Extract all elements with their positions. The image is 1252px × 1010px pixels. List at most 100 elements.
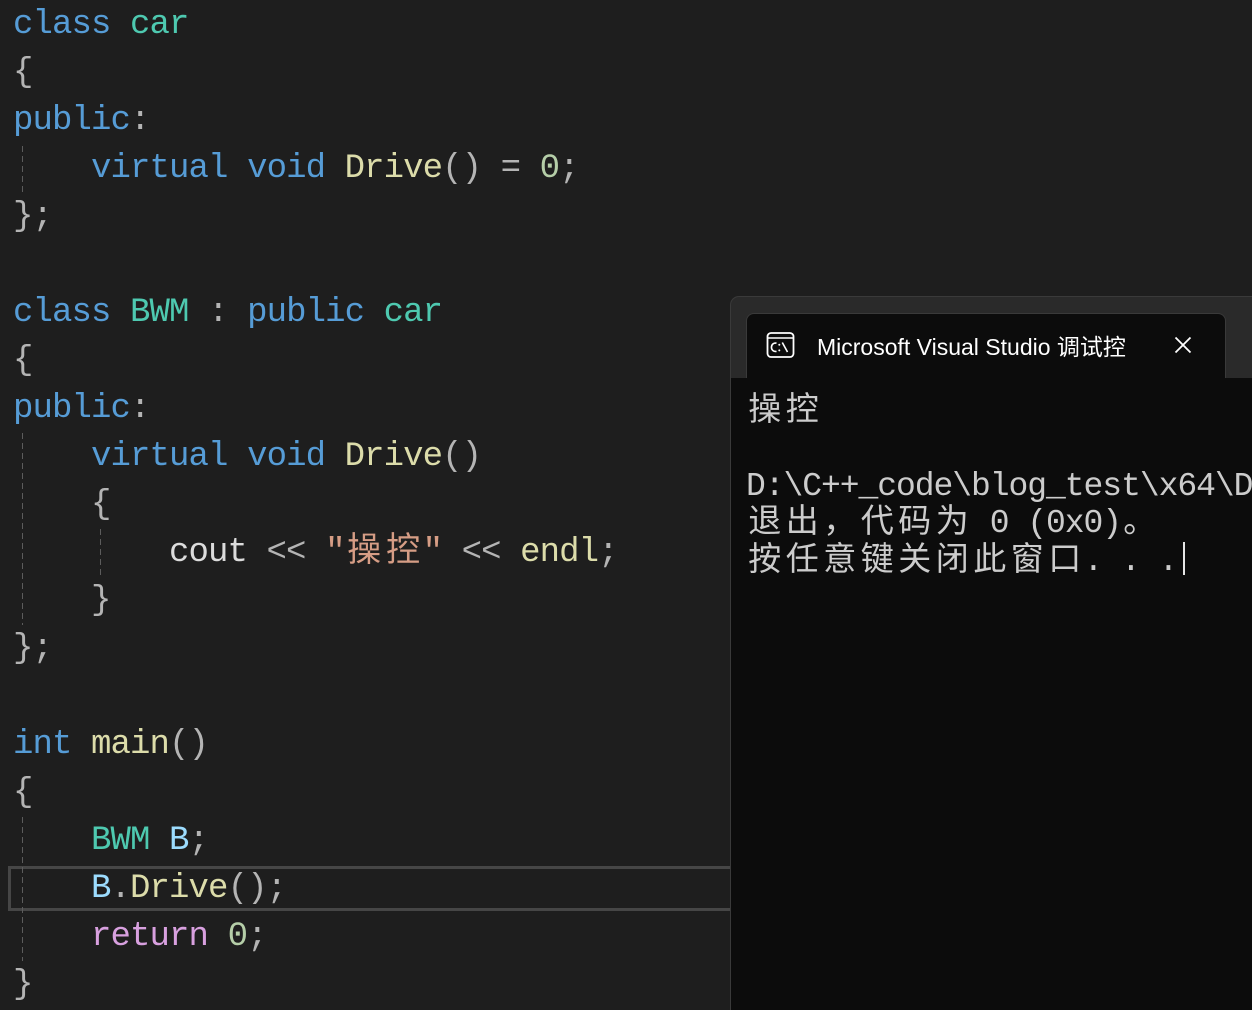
code-line[interactable]: { (13, 337, 773, 385)
glyph-cell: ) (1102, 504, 1123, 542)
code-punctuation: }; (13, 198, 53, 236)
glyph-cell: 0 (989, 504, 1010, 542)
indent-guide (22, 146, 23, 196)
indent-guide (100, 529, 101, 577)
code-punctuation: }; (13, 630, 53, 668)
code-keyword: virtual (91, 438, 228, 476)
glyph-cell (971, 505, 990, 542)
code-type-name: car (383, 294, 443, 332)
code-function-name: Drive (344, 438, 443, 476)
code-line[interactable]: }; (13, 625, 773, 673)
glyph-cell: 退 (748, 504, 782, 542)
console-tab-title: Microsoft Visual Studio 调试控 (817, 334, 1126, 360)
current-code-line[interactable]: B.Drive(); (8, 865, 773, 913)
code-function-name: endl (520, 534, 599, 572)
debug-console-window[interactable]: Microsoft Visual Studio 调试控 操控 D:\C++_co… (730, 296, 1252, 1010)
code-keyword: public (13, 102, 131, 140)
code-line[interactable]: { (13, 481, 773, 529)
console-line-text: 退出，代码为 0 (0x0)。 (746, 505, 1159, 542)
glyph-cell: 控 (386, 534, 421, 572)
code-number-literal: 0 (227, 918, 248, 956)
glyph-cell: . (1083, 543, 1104, 581)
glyph-cell: 码 (898, 504, 932, 542)
code-line[interactable]: } (13, 577, 773, 625)
glyph-cell: 操 (347, 534, 382, 572)
code-line[interactable]: public: (13, 97, 773, 145)
glyph-cell: 0 (1083, 504, 1104, 542)
glyph-cell (1009, 505, 1028, 542)
code-keyword: public (13, 390, 131, 428)
code-line[interactable]: BWM B; (13, 817, 773, 865)
glyph-cell: 意 (823, 543, 857, 581)
code-line[interactable]: { (13, 769, 773, 817)
code-punctuation: () (442, 150, 482, 188)
code-punctuation: } (91, 582, 111, 620)
code-punctuation: } (13, 966, 33, 1004)
glyph-cell: 操 (748, 393, 782, 430)
glyph-cell: . (1121, 543, 1141, 581)
code-number-literal: 0 (539, 150, 560, 188)
glyph-cell: 控 (785, 393, 819, 430)
code-line[interactable]: }; (13, 193, 773, 241)
code-function-name: main (91, 726, 170, 764)
code-punctuation: { (13, 54, 33, 92)
glyph-cell: 闭 (935, 543, 969, 581)
glyph-cell: . (1158, 543, 1179, 581)
glyph-cell: x (1064, 504, 1085, 542)
code-line[interactable]: virtual void Drive() = 0; (13, 145, 773, 193)
code-line[interactable]: } (13, 961, 773, 1009)
text-cursor (1183, 542, 1186, 576)
console-output: 操控 D:\C++_code\blog_test\x64\D 退出，代码为 0 … (746, 393, 1252, 581)
code-line[interactable]: public: (13, 385, 773, 433)
console-close-button[interactable] (1174, 336, 1192, 354)
glyph-cell: 此 (973, 543, 1007, 581)
glyph-cell: " (422, 534, 443, 572)
code-line[interactable]: cout << "操 控" << endl; (13, 529, 773, 577)
code-line[interactable]: return 0; (13, 913, 773, 961)
code-line[interactable]: int main() (13, 721, 773, 769)
code-punctuation: () (169, 726, 209, 764)
code-line[interactable]: class BWM : public car (13, 289, 773, 337)
code-local-variable: B (169, 822, 189, 860)
glyph-cell: " (325, 534, 346, 572)
code-punctuation: : (130, 390, 150, 428)
code-line[interactable]: virtual void Drive() (13, 433, 773, 481)
glyph-cell: ， (823, 504, 857, 542)
code-type-name: BWM (91, 822, 150, 860)
code-keyword: void (247, 438, 326, 476)
console-output-line: D:\C++_code\blog_test\x64\D (746, 468, 1252, 505)
glyph-cell: 出 (785, 504, 819, 542)
code-keyword: virtual (91, 150, 228, 188)
console-tab[interactable]: Microsoft Visual Studio 调试控 (746, 313, 1226, 378)
glyph-cell: 为 (935, 504, 969, 542)
code-punctuation: : (188, 294, 248, 332)
code-line[interactable] (13, 673, 773, 721)
glyph-cell: 0 (1046, 504, 1066, 542)
glyph-cell: 窗 (1010, 543, 1044, 581)
console-output-line: 按任意键关闭此窗口. . . (746, 542, 1252, 581)
code-editor[interactable]: class car{public: virtual void Drive() =… (8, 1, 773, 1009)
code-line[interactable]: { (13, 49, 773, 97)
code-punctuation: (); (227, 870, 287, 908)
code-punctuation: () (442, 438, 482, 476)
code-keyword: int (13, 726, 72, 764)
code-function-name: Drive (130, 870, 228, 908)
glyph-cell: 按 (748, 543, 782, 581)
code-line[interactable]: class car (13, 1, 773, 49)
code-punctuation: ; (598, 534, 618, 572)
console-output-line: 退出，代码为 0 (0x0)。 (746, 505, 1252, 542)
code-local-variable: B (91, 870, 111, 908)
terminal-icon (766, 331, 795, 359)
code-string-literal: "操 控" (325, 534, 443, 572)
glyph-cell (1102, 543, 1121, 580)
code-line[interactable] (13, 241, 773, 289)
